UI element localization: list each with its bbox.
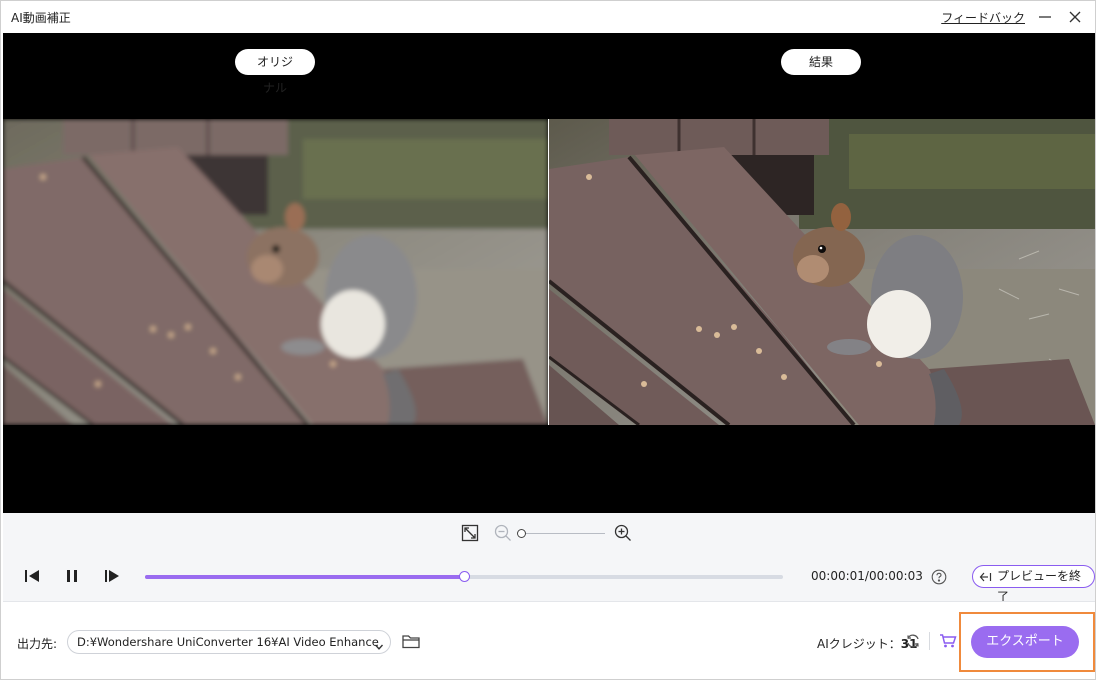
seek-bar-progress [145, 575, 464, 579]
minimize-icon[interactable] [1033, 5, 1057, 29]
previous-frame-icon[interactable] [21, 565, 43, 587]
folder-icon[interactable] [401, 632, 421, 650]
ai-credit-label: AIクレジット： [817, 637, 901, 651]
playback-controls: 00:00:01/00:00:03 プレビューを終了 [3, 513, 1095, 604]
footer-separator [929, 632, 930, 650]
zoom-slider-track[interactable] [523, 533, 605, 534]
export-button[interactable]: エクスポート [971, 626, 1079, 658]
end-preview-label: プレビューを終了 [997, 569, 1082, 604]
window-title: AI動画補正 [11, 11, 71, 25]
time-display: 00:00:01/00:00:03 [811, 569, 923, 583]
ai-credit: AIクレジット：31 [817, 635, 917, 652]
close-icon[interactable] [1063, 5, 1087, 29]
result-label: 結果 [781, 49, 861, 75]
seek-bar[interactable] [145, 571, 783, 582]
help-icon[interactable] [931, 569, 947, 585]
zoom-out-icon[interactable] [494, 524, 512, 542]
title-bar: AI動画補正 フィードバック [1, 1, 1095, 33]
zoom-toolbar [3, 513, 1095, 553]
result-image [549, 119, 1095, 425]
output-label: 出力先: [17, 637, 58, 651]
pause-icon[interactable] [61, 565, 83, 587]
original-image [3, 119, 548, 425]
exit-arrow-icon [979, 570, 993, 584]
chevron-down-icon [374, 637, 384, 650]
output-path-value: D:¥Wondershare UniConverter 16¥AI Video … [77, 635, 379, 649]
fit-screen-icon[interactable] [461, 524, 479, 542]
app-window: AI動画補正 フィードバック オリジナル 結果 00:00:01/00:00:0… [0, 0, 1096, 680]
original-label: オリジナル [235, 49, 315, 95]
seek-bar-handle[interactable] [459, 571, 470, 582]
output-path-select[interactable]: D:¥Wondershare UniConverter 16¥AI Video … [67, 630, 391, 654]
next-frame-icon[interactable] [101, 565, 123, 587]
end-preview-button[interactable]: プレビューを終了 [972, 565, 1095, 604]
cart-icon[interactable] [939, 633, 957, 649]
feedback-link[interactable]: フィードバック [941, 9, 1025, 26]
footer-bar: 出力先: D:¥Wondershare UniConverter 16¥AI V… [3, 601, 1095, 679]
zoom-in-icon[interactable] [614, 524, 632, 542]
refresh-icon[interactable] [905, 633, 921, 649]
preview-area: オリジナル 結果 [3, 33, 1095, 513]
zoom-slider-handle[interactable] [517, 529, 526, 538]
